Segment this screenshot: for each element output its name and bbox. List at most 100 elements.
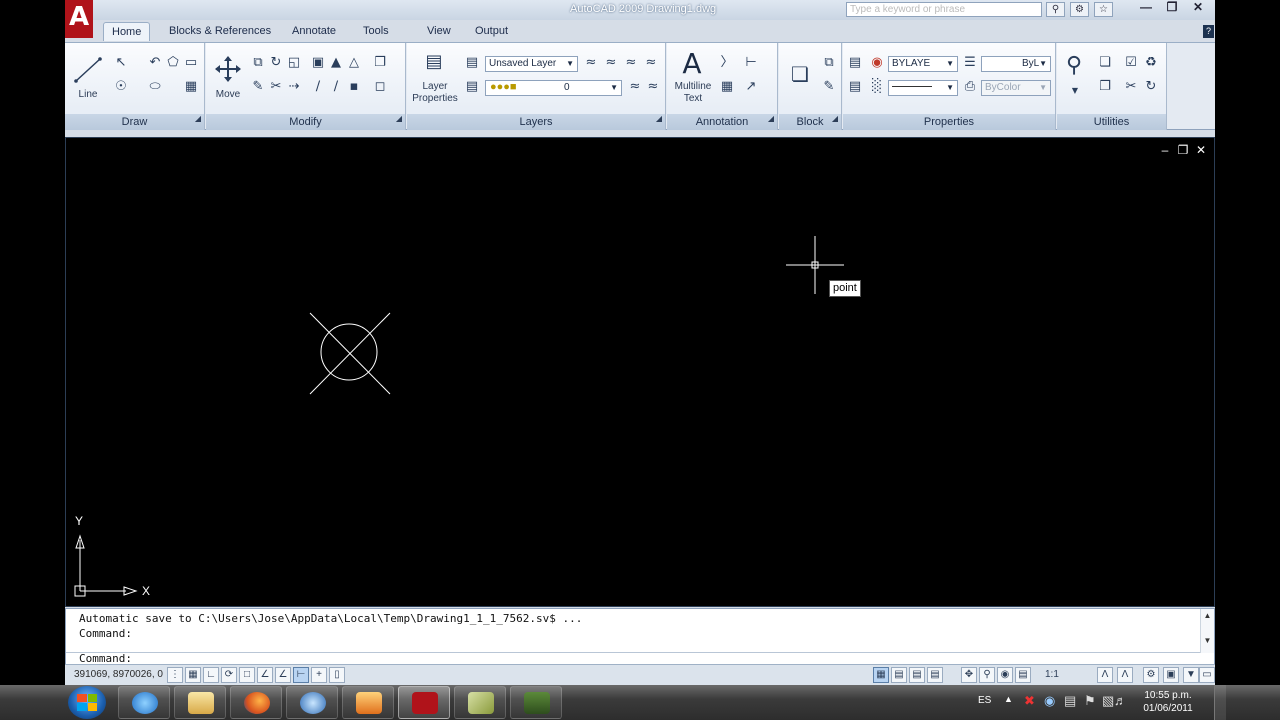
application-menu-button[interactable]: A bbox=[65, 0, 93, 38]
layer-previous-icon[interactable]: ≈ bbox=[623, 55, 639, 71]
lineweight-icon[interactable]: ☰ bbox=[962, 55, 978, 71]
favorites-icon[interactable]: ☆ bbox=[1094, 2, 1113, 17]
draw-expand-icon[interactable]: ◢ bbox=[195, 111, 201, 127]
cut-icon[interactable]: ✂ bbox=[1123, 79, 1139, 95]
layer-isolate-icon[interactable]: ≈ bbox=[643, 55, 659, 71]
network-icon[interactable]: ▧ bbox=[1102, 693, 1114, 709]
quick-select-icon[interactable]: ☑ bbox=[1123, 55, 1139, 71]
modify-expand-icon[interactable]: ◢ bbox=[396, 111, 402, 127]
workspace-switch-icon[interactable]: ⚙ bbox=[1143, 667, 1159, 683]
tab-blocks-references[interactable]: Blocks & References bbox=[161, 22, 279, 41]
polyline-icon[interactable]: ↖ bbox=[113, 55, 129, 71]
stretch-icon[interactable]: ▣ bbox=[310, 55, 326, 71]
ortho-mode-icon[interactable]: ∟ bbox=[203, 667, 219, 683]
ribbon-minimize-icon[interactable]: ? bbox=[1203, 25, 1214, 38]
drawing-area[interactable]: – ❐ ✕ Y X point bbox=[65, 137, 1215, 607]
select-similar-icon[interactable]: ♻ bbox=[1143, 55, 1159, 71]
scale-icon[interactable]: ▲ bbox=[328, 55, 344, 71]
draw-panel-title[interactable]: Draw ◢ bbox=[65, 114, 204, 130]
dynamic-input-icon[interactable]: + bbox=[311, 667, 327, 683]
polar-tracking-icon[interactable]: ⟳ bbox=[221, 667, 237, 683]
array-icon[interactable]: △ bbox=[346, 55, 362, 71]
coordinates-display[interactable]: 391069, 8970026, 0 bbox=[74, 669, 163, 680]
layer-walk-icon[interactable]: ▤ bbox=[464, 79, 480, 95]
make-current-icon[interactable]: ≈ bbox=[583, 55, 599, 71]
taskbar-app-media-player[interactable] bbox=[286, 686, 338, 719]
single-line-text-icon[interactable]: 〉 bbox=[719, 55, 735, 71]
scroll-up-icon[interactable]: ▲ bbox=[1201, 611, 1214, 620]
showmotion-icon[interactable]: ▤ bbox=[1015, 667, 1031, 683]
refresh-icon[interactable]: ↻ bbox=[1143, 79, 1159, 95]
explode-icon[interactable]: ◻ bbox=[372, 79, 388, 95]
tab-annotate[interactable]: Annotate bbox=[284, 22, 344, 41]
minimize-button[interactable]: — bbox=[1133, 0, 1159, 16]
polygon-icon[interactable]: ⬠ bbox=[165, 55, 181, 71]
model-space-icon[interactable]: ▦ bbox=[873, 667, 889, 683]
taskbar-app-autocad[interactable] bbox=[398, 686, 450, 719]
help-search-input[interactable]: Type a keyword or phrase bbox=[846, 2, 1042, 17]
annotation-expand-icon[interactable]: ◢ bbox=[768, 111, 774, 127]
grid-display-icon[interactable]: ▦ bbox=[185, 667, 201, 683]
tab-output[interactable]: Output bbox=[467, 22, 516, 41]
lock-icon[interactable]: ▣ bbox=[1163, 667, 1179, 683]
restore-button[interactable]: ❐ bbox=[1159, 0, 1185, 16]
scroll-down-icon[interactable]: ▼ bbox=[1201, 636, 1214, 645]
break-icon[interactable]: ∕ bbox=[328, 79, 344, 95]
properties-panel-title[interactable]: Properties bbox=[843, 114, 1055, 130]
create-block-icon[interactable]: ⧉ bbox=[821, 55, 837, 71]
insert-block-icon[interactable]: ❏ bbox=[787, 61, 813, 87]
line-tool-icon[interactable] bbox=[73, 55, 103, 85]
tray-device-icon[interactable]: ▤ bbox=[1064, 693, 1076, 709]
layout2-icon[interactable]: ▤ bbox=[909, 667, 925, 683]
erase-icon[interactable]: ❐ bbox=[372, 55, 388, 71]
move-icon[interactable] bbox=[214, 55, 242, 83]
plot-style-dropdown[interactable]: ByColor ▼ bbox=[981, 80, 1051, 96]
layers-expand-icon[interactable]: ◢ bbox=[656, 111, 662, 127]
taskbar-app-firefox[interactable] bbox=[230, 686, 282, 719]
auto-scale-icon[interactable]: Λ bbox=[1117, 667, 1133, 683]
drawing-canvas[interactable] bbox=[66, 138, 1214, 606]
otrack-icon[interactable]: ∠ bbox=[275, 667, 291, 683]
status-menu-icon[interactable]: ▼ bbox=[1183, 667, 1199, 683]
color-wheel-icon[interactable]: ◉ bbox=[869, 55, 885, 71]
tab-view[interactable]: View bbox=[419, 22, 459, 41]
mirror-icon[interactable]: ◱ bbox=[286, 55, 302, 71]
start-button[interactable] bbox=[68, 686, 106, 719]
layer-dropdown[interactable]: Unsaved Layer ▼ bbox=[485, 56, 578, 72]
tray-app-icon[interactable]: ◉ bbox=[1044, 693, 1055, 709]
table-icon[interactable]: ▦ bbox=[719, 79, 735, 95]
lineweight-dropdown[interactable]: ByL ▼ bbox=[981, 56, 1051, 72]
multiline-text-icon[interactable]: A bbox=[679, 49, 705, 79]
color-dropdown[interactable]: BYLAYE ▼ bbox=[888, 56, 958, 72]
language-indicator[interactable]: ES bbox=[978, 695, 991, 706]
line-label[interactable]: Line bbox=[75, 89, 101, 100]
layer-state-icon[interactable]: ▤ bbox=[464, 55, 480, 71]
block-expand-icon[interactable]: ◢ bbox=[832, 111, 838, 127]
annotation-panel-title[interactable]: Annotation ◢ bbox=[667, 114, 777, 130]
close-button[interactable]: ✕ bbox=[1185, 0, 1211, 16]
circle-icon[interactable]: ☉ bbox=[113, 79, 129, 95]
multiline-text-label[interactable]: Multiline Text bbox=[669, 81, 717, 105]
tab-tools[interactable]: Tools bbox=[355, 22, 397, 41]
block-panel-title[interactable]: Block ◢ bbox=[779, 114, 841, 130]
search-icon[interactable]: ⚲ bbox=[1046, 2, 1065, 17]
layers-panel-title[interactable]: Layers ◢ bbox=[407, 114, 665, 130]
annotation-scale[interactable]: 1:1 bbox=[1045, 669, 1059, 680]
trim-icon[interactable]: ✂ bbox=[268, 79, 284, 95]
circle-cross-entity[interactable] bbox=[309, 312, 391, 395]
linetype-dropdown[interactable]: ▼ bbox=[888, 80, 958, 96]
zoom-status-icon[interactable]: ⚲ bbox=[979, 667, 995, 683]
zoom-dropdown-icon[interactable]: ▼ bbox=[1067, 83, 1083, 99]
show-hidden-icons-icon[interactable]: ▲ bbox=[1004, 694, 1013, 704]
list-properties-icon[interactable]: ▤ bbox=[847, 79, 863, 95]
zoom-icon[interactable]: ⚲ bbox=[1061, 53, 1087, 79]
utilities-panel-title[interactable]: Utilities bbox=[1057, 114, 1166, 130]
3d-osnap-icon[interactable]: ∠ bbox=[257, 667, 273, 683]
network-error-icon[interactable]: ✖ bbox=[1024, 693, 1035, 709]
plot-style-icon[interactable]: ⎙ bbox=[962, 79, 978, 95]
layer-off-icon[interactable]: ≈ bbox=[627, 79, 643, 95]
pan-icon[interactable]: ✥ bbox=[961, 667, 977, 683]
dimension-icon[interactable]: ⊢ bbox=[743, 55, 759, 71]
match-layer-icon[interactable]: ≈ bbox=[603, 55, 619, 71]
layer-lock-icon[interactable]: ≈ bbox=[645, 79, 661, 95]
